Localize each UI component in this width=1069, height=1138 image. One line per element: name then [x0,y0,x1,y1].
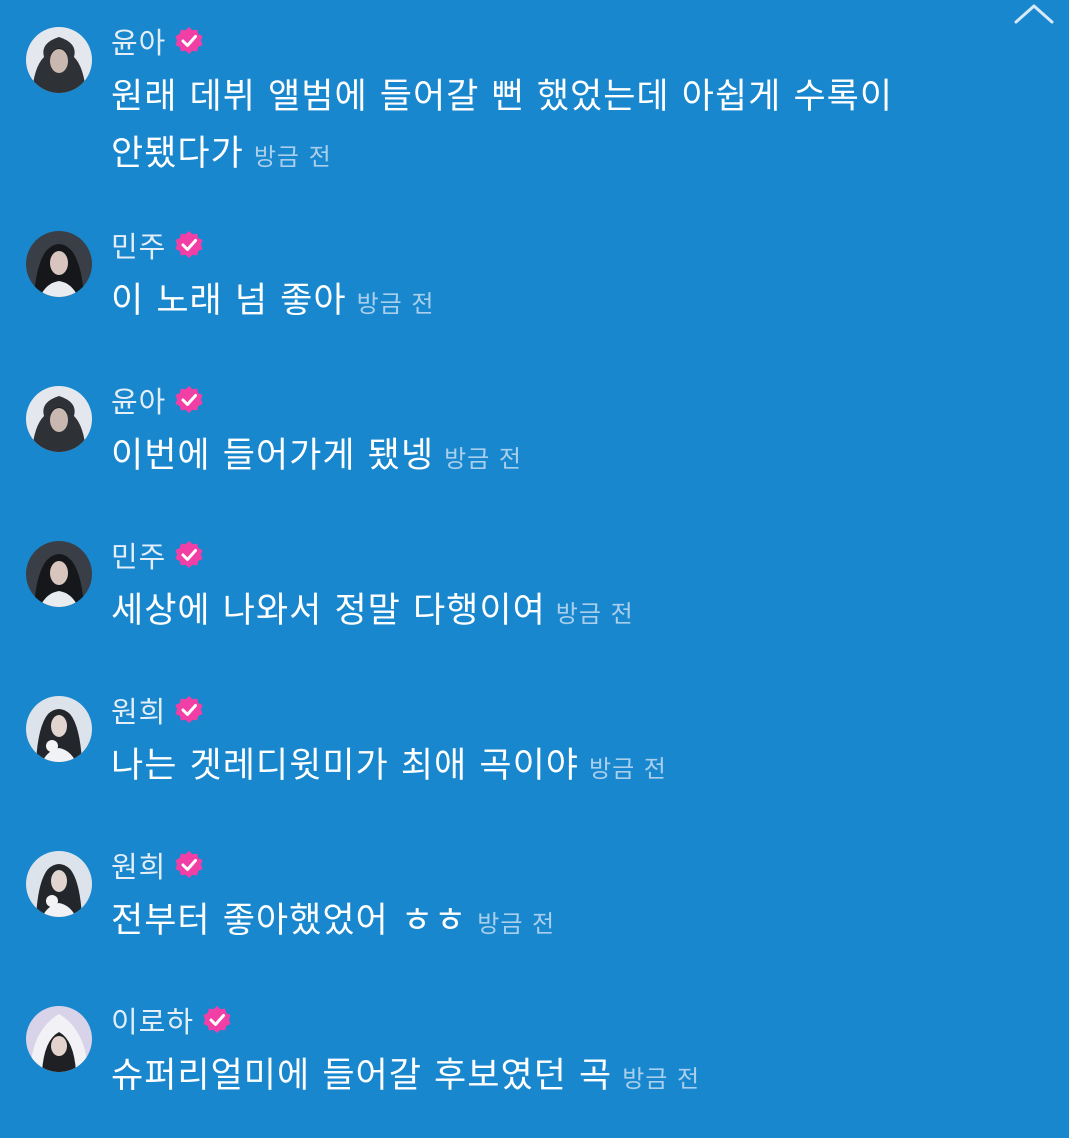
message-text: 전부터 좋아했었어 ㅎㅎ [111,901,468,941]
verified-badge-icon [175,541,203,568]
avatar[interactable] [26,696,92,762]
username[interactable]: 원희 [111,844,166,886]
username[interactable]: 민주 [111,534,166,576]
message-text-block: 슈퍼리얼미에 들어갈 후보였던 곡 방금 전 [111,1048,1011,1108]
timestamp: 방금 전 [555,600,634,628]
verified-badge-icon [203,1006,231,1033]
username[interactable]: 윤아 [111,379,166,421]
message-text-block: 나는 겟레디윗미가 최애 곡이야 방금 전 [111,738,1011,798]
timestamp: 방금 전 [444,445,522,473]
message-text: 세상에 나와서 정말 다행이여 [111,591,546,631]
verified-badge-icon [175,696,203,723]
message-text: 이 노래 넘 좋아 [111,281,347,321]
timestamp: 방금 전 [253,143,332,171]
verified-badge-icon [175,231,203,258]
timestamp: 방금 전 [477,910,556,938]
message-text: 슈퍼리얼미에 들어갈 후보였던 곡 [111,1056,613,1096]
timestamp: 방금 전 [588,755,667,783]
avatar[interactable] [26,231,92,297]
username[interactable]: 이로하 [111,999,194,1041]
message-text: 나는 겟레디윗미가 최애 곡이야 [111,746,579,786]
avatar[interactable] [26,386,92,452]
verified-badge-icon [175,386,203,413]
message-text-block: 원래 데뷔 앨범에 들어갈 뻔 했었는데 아쉽게 수록이 안됐다가 방금 전 [111,69,1011,186]
username[interactable]: 민주 [111,224,166,266]
avatar[interactable] [26,1006,92,1072]
avatar[interactable] [26,27,92,93]
avatar[interactable] [26,541,92,607]
username[interactable]: 윤아 [111,20,166,62]
message-text: 원래 데뷔 앨범에 들어갈 뻔 했었는데 아쉽게 수록이 안됐다가 [111,77,894,174]
message-text-block: 이 노래 넘 좋아 방금 전 [111,273,1011,333]
message-text-block: 전부터 좋아했었어 ㅎㅎ 방금 전 [111,893,1011,953]
avatar[interactable] [26,851,92,917]
timestamp: 방금 전 [622,1065,701,1093]
message-text-block: 이번에 들어가게 됐넹 방금 전 [111,428,1011,488]
chevron-up-icon[interactable] [1012,2,1056,28]
verified-badge-icon [175,851,203,878]
timestamp: 방금 전 [356,290,435,318]
verified-badge-icon [175,27,203,54]
message-text-block: 세상에 나와서 정말 다행이여 방금 전 [111,583,1011,643]
message-text: 이번에 들어가게 됐넹 [111,436,435,476]
username[interactable]: 원희 [111,689,166,731]
